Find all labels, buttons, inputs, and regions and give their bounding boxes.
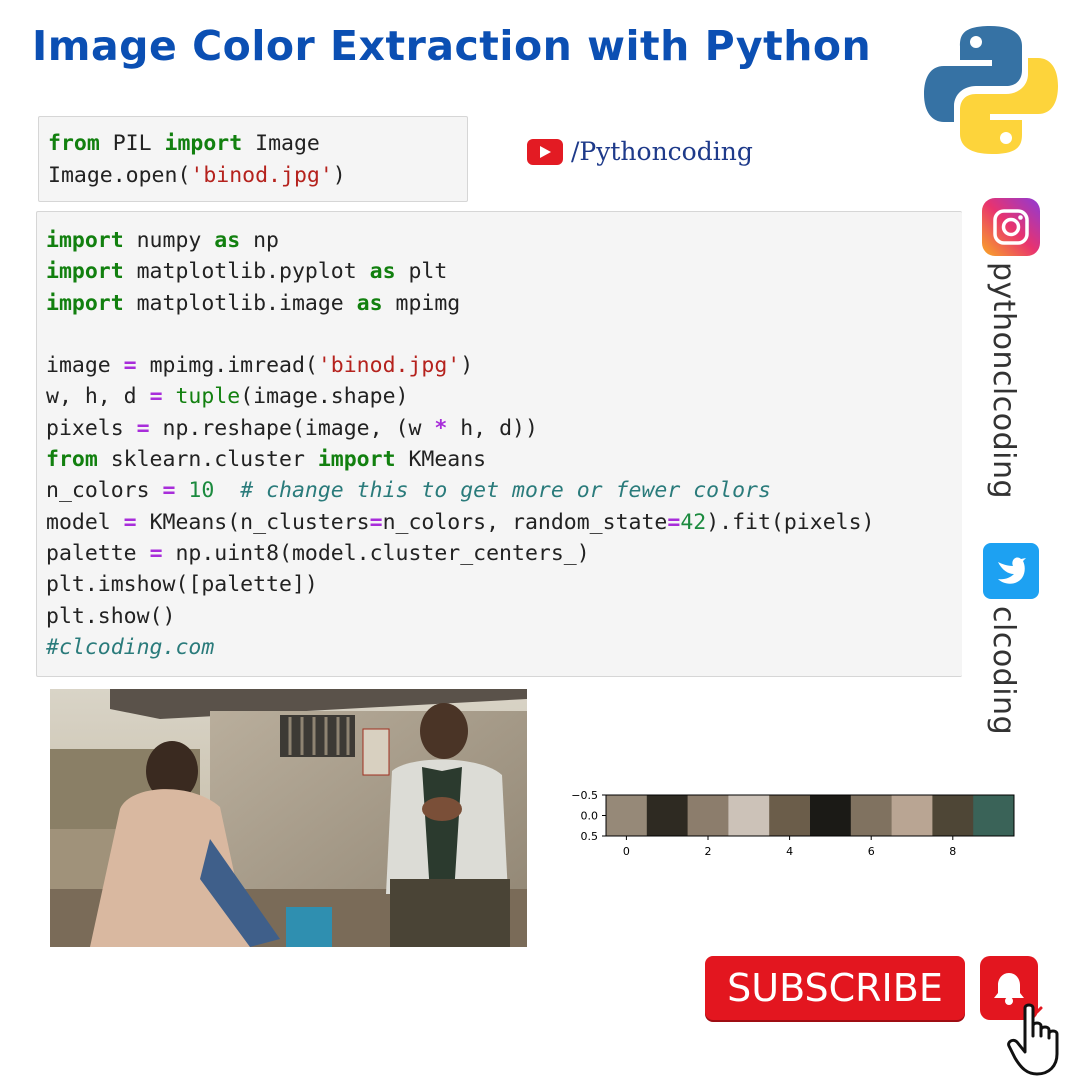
code-line: from PIL import Image <box>48 131 320 156</box>
palette-swatch <box>728 795 770 836</box>
page-title: Image Color Extraction with Python <box>32 22 872 70</box>
instagram-handle: pythonclcoding <box>986 262 1021 500</box>
twitter-icon[interactable] <box>983 543 1039 599</box>
palette-swatch <box>973 795 1015 836</box>
palette-swatch <box>646 795 689 836</box>
youtube-handle: /Pythoncoding <box>571 137 753 166</box>
code-line: Image.open('binod.jpg') <box>48 163 346 188</box>
youtube-icon <box>527 138 563 165</box>
code-line: plt.show() <box>46 603 176 629</box>
palette-chart: −0.5 0.0 0.5 0 2 4 6 8 <box>571 789 1015 858</box>
instagram-icon[interactable] <box>982 198 1040 256</box>
x-tick-label: 8 <box>949 845 956 858</box>
y-tick-label: −0.5 <box>571 789 598 802</box>
palette-swatch <box>687 795 729 836</box>
subscribe-button[interactable]: SUBSCRIBE <box>705 956 965 1020</box>
palette-swatch <box>769 795 811 836</box>
python-logo-icon <box>924 26 1058 154</box>
code-line: pixels = np.reshape(image, (w * h, d)) <box>46 415 538 441</box>
code-line: import matplotlib.pyplot as plt <box>46 259 448 285</box>
code-line: plt.imshow([palette]) <box>46 572 318 598</box>
palette-swatch <box>850 795 893 836</box>
palette-swatch <box>891 795 933 836</box>
palette-swatch <box>932 795 974 836</box>
code-line: w, h, d = tuple(image.shape) <box>46 384 409 410</box>
twitter-handle: clcoding <box>986 606 1021 736</box>
code-line: from sklearn.cluster import KMeans <box>46 447 487 473</box>
youtube-link[interactable]: /Pythoncoding <box>527 137 753 166</box>
x-tick-label: 0 <box>623 845 630 858</box>
code-line: #clcoding.com <box>46 634 215 660</box>
code-line: model = KMeans(n_clusters=n_colors, rand… <box>46 509 875 535</box>
x-tick-label: 4 <box>786 845 793 858</box>
y-tick-label: 0.0 <box>581 810 599 823</box>
code-line: image = mpimg.imread('binod.jpg') <box>46 353 474 379</box>
palette-swatch <box>606 795 648 836</box>
x-tick-label: 2 <box>705 845 712 858</box>
movie-still-photo <box>50 689 527 947</box>
code-line: import matplotlib.image as mpimg <box>46 290 461 316</box>
y-tick-label: 0.5 <box>581 830 599 843</box>
code-line: n_colors = 10 # change this to get more … <box>46 478 771 504</box>
hand-cursor-icon <box>1007 1000 1059 1076</box>
palette-swatch <box>810 795 852 836</box>
code-cell-import-pil[interactable]: from PIL import Image Image.open('binod.j… <box>38 116 468 202</box>
code-line: import numpy as np <box>46 228 280 253</box>
x-tick-label: 6 <box>868 845 875 858</box>
code-line: palette = np.uint8(model.cluster_centers… <box>46 540 590 566</box>
code-cell-color-extraction[interactable]: import numpy as np import matplotlib.pypl… <box>36 211 962 677</box>
